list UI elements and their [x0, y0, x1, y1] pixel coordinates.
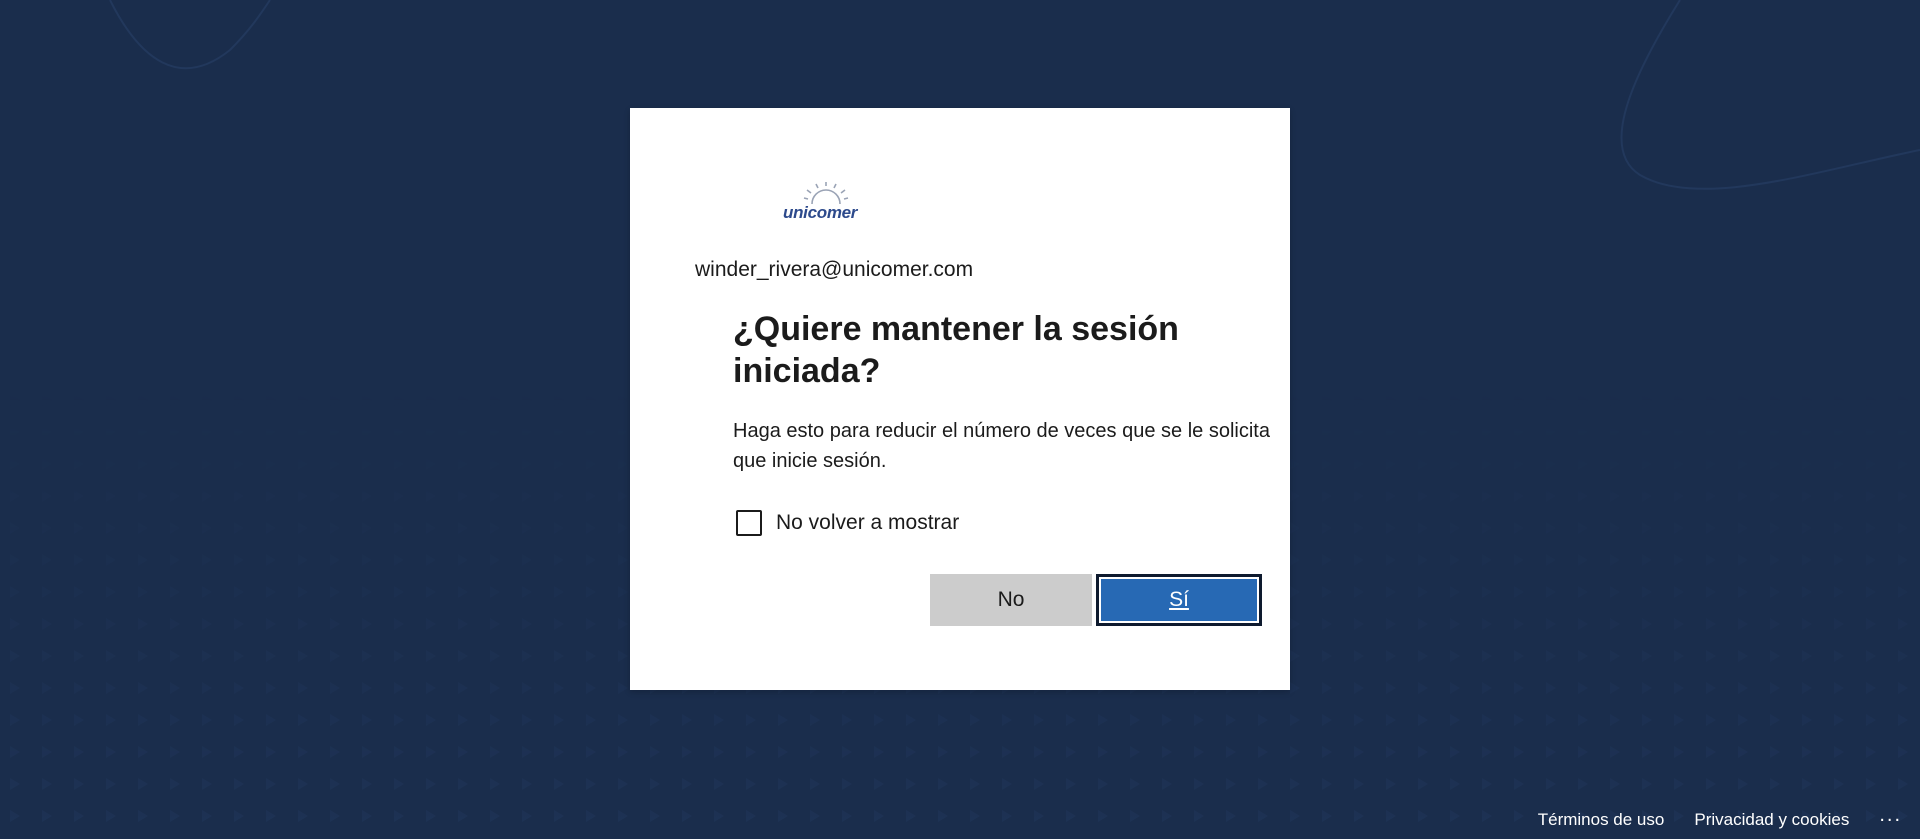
- privacy-link[interactable]: Privacidad y cookies: [1694, 810, 1849, 830]
- dont-show-again-row[interactable]: No volver a mostrar: [736, 510, 959, 536]
- terms-link[interactable]: Términos de uso: [1538, 810, 1665, 830]
- description-text: Haga esto para reducir el número de vece…: [733, 420, 1270, 472]
- logo-text: unicomer: [783, 203, 858, 222]
- yes-button[interactable]: Sí: [1096, 574, 1262, 626]
- more-options-button[interactable]: ...: [1879, 804, 1902, 827]
- unicomer-logo: unicomer: [780, 182, 870, 222]
- sign-in-card: unicomer winder_rivera@unicomer.com ¿Qui…: [630, 108, 1290, 690]
- no-button[interactable]: No: [930, 574, 1092, 626]
- page-title: ¿Quiere mantener la sesión iniciada?: [733, 310, 1179, 390]
- dont-show-again-label[interactable]: No volver a mostrar: [776, 511, 959, 535]
- account-email: winder_rivera@unicomer.com: [695, 258, 974, 281]
- dont-show-again-checkbox[interactable]: [736, 510, 762, 536]
- footer: Términos de uso Privacidad y cookies ...: [1538, 804, 1902, 831]
